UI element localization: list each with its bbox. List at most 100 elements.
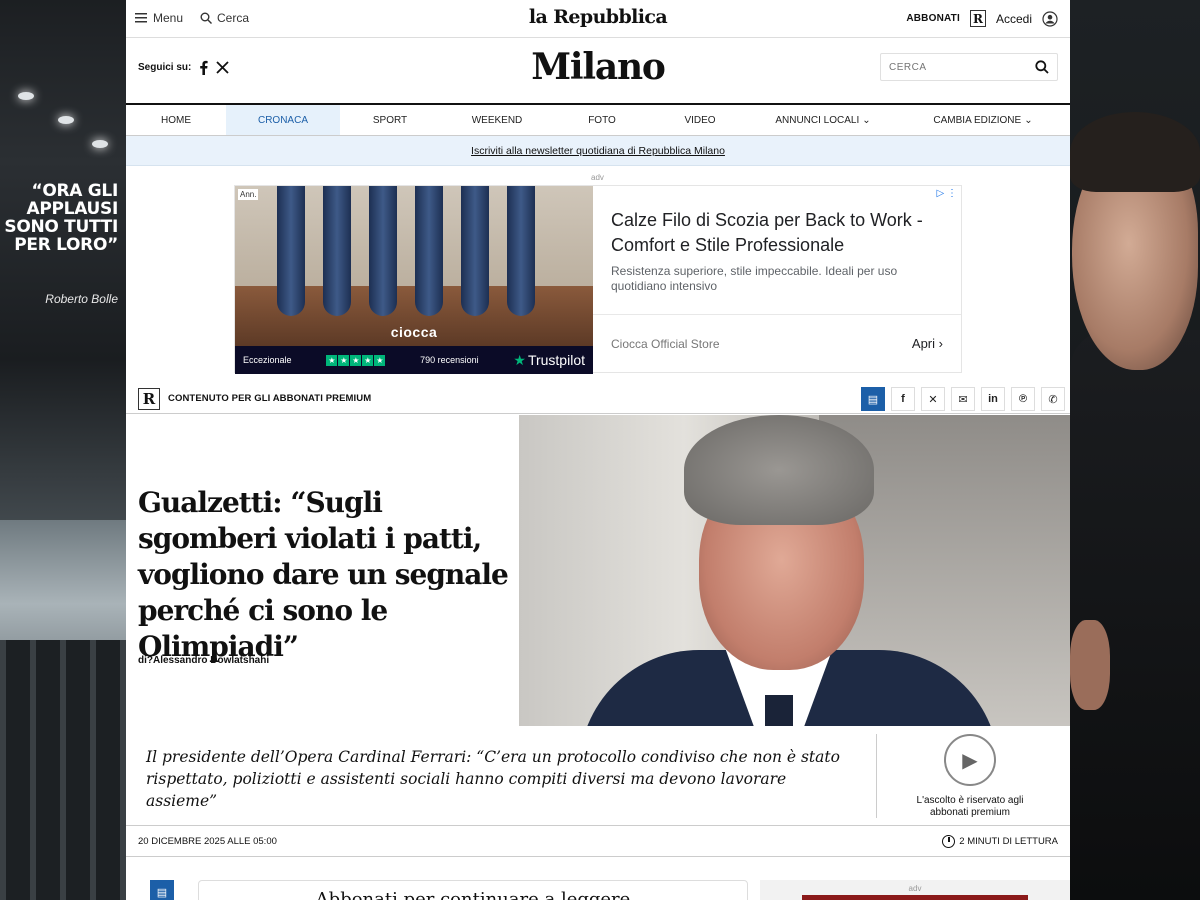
chevron-down-icon: ⌄ — [1024, 114, 1033, 126]
nav-label: VIDEO — [684, 114, 716, 126]
newsletter-bar: Iscriviti alla newsletter quotidiana di … — [126, 136, 1070, 166]
nav-item-cronaca[interactable]: CRONACA — [226, 105, 340, 135]
rink-railing — [0, 640, 126, 900]
linkedin-icon[interactable]: in — [981, 387, 1005, 411]
reviews-count: 790 recensioni — [420, 355, 479, 365]
article-lead: Il presidente dell’Opera Cardinal Ferrar… — [146, 748, 840, 810]
newsletter-link[interactable]: Iscriviti alla newsletter quotidiana di … — [471, 145, 725, 157]
clock-icon — [942, 835, 956, 848]
chevron-down-icon: ⌄ — [862, 114, 871, 126]
photo-tie — [765, 695, 793, 726]
sock-shape — [461, 186, 489, 316]
page-content: Menu Cerca la Repubblica ABBONATI R Acce… — [126, 0, 1070, 900]
article-meta: 20 DICEMBRE 2025 ALLE 05:00 2 MINUTI DI … — [126, 827, 1070, 857]
reading-time-label: 2 MINUTI DI LETTURA — [959, 836, 1058, 847]
sock-shape — [507, 186, 535, 316]
photo-hair — [684, 415, 874, 525]
rating-stars: ★ ★ ★ ★ ★ — [326, 354, 386, 366]
nav-item-cambia-edizione[interactable]: CAMBIA EDIZIONE ⌄ — [896, 105, 1070, 135]
article-author[interactable]: di?Alessandro Dowlatshahi — [138, 655, 269, 666]
ad-store: Ciocca Official Store — [611, 336, 720, 351]
display-ad[interactable]: Ann. ciocca Eccezionale ★ ★ ★ ★ ★ 790 recens… — [234, 185, 962, 374]
article-title: Gualzetti: “Sugli sgomberi violati i pat… — [138, 486, 509, 663]
reading-time: 2 MINUTI DI LETTURA — [942, 835, 1058, 848]
whatsapp-icon[interactable]: ✆ — [1041, 387, 1065, 411]
nav-label: CRONACA — [257, 114, 308, 126]
sock-shape — [323, 186, 351, 316]
side-ad-strip[interactable] — [802, 895, 1028, 900]
search-input[interactable] — [889, 61, 1019, 73]
ad-cta-button[interactable]: Apri › — [912, 336, 943, 351]
email-icon[interactable]: ✉ — [951, 387, 975, 411]
paywall-box: Abbonati per continuare a leggere — [198, 880, 748, 900]
article-photo — [519, 415, 1070, 726]
ad-text[interactable]: ▷ ⋮ Calze Filo di Scozia per Back to Wor… — [593, 186, 961, 372]
divider — [876, 734, 877, 818]
nav-label: FOTO — [588, 114, 616, 126]
paywall-title: Abbonati per continuare a leggere — [315, 889, 631, 900]
sock-shape — [277, 186, 305, 316]
nav-label: WEEKEND — [471, 114, 523, 126]
ad-cta-label: Apri — [911, 336, 936, 351]
comment-icon[interactable]: ▤ — [861, 387, 885, 411]
premium-label: CONTENUTO PER GLI ABBONATI PREMIUM — [168, 393, 372, 404]
nav-item-video[interactable]: VIDEO — [650, 105, 750, 135]
login-link[interactable]: Accedi — [996, 12, 1032, 26]
skin-jacket — [1070, 330, 1200, 900]
ad-image[interactable]: Ann. ciocca Eccezionale ★ ★ ★ ★ ★ 790 recens… — [235, 186, 593, 374]
nav-label: HOME — [161, 114, 191, 126]
right-skin-ad[interactable] — [1070, 0, 1200, 900]
trustpilot-label: Trustpilot — [527, 352, 585, 368]
ceiling-light — [58, 116, 74, 124]
sock-shape — [415, 186, 443, 316]
nav-item-annunci-locali[interactable]: ANNUNCI LOCALI ⌄ — [750, 105, 896, 135]
search-icon[interactable] — [1035, 60, 1049, 74]
nav-item-home[interactable]: HOME — [126, 105, 226, 135]
play-icon: ▶ — [962, 749, 978, 772]
comment-icon[interactable]: ▤ — [150, 880, 174, 900]
ad-footer[interactable]: Ciocca Official Store Apri › — [593, 314, 961, 372]
user-icon[interactable] — [1042, 10, 1058, 27]
ad-brand-logo: ciocca — [390, 324, 438, 340]
sock-shape — [369, 186, 397, 316]
article-hero: Gualzetti: “Sugli sgomberi violati i pat… — [126, 415, 1070, 726]
nav-item-weekend[interactable]: WEEKEND — [440, 105, 554, 135]
facebook-icon[interactable]: f — [891, 387, 915, 411]
star-icon: ★ — [513, 351, 526, 368]
adchoices-icon[interactable]: ▷ ⋮ — [937, 188, 957, 199]
listen-note: L'ascolto è riservato agli abbonati prem… — [916, 795, 1024, 818]
nav-item-foto[interactable]: FOTO — [554, 105, 650, 135]
trustpilot-strip: Eccezionale ★ ★ ★ ★ ★ 790 recensioni ★ Trustp… — [235, 346, 593, 374]
ceiling-light — [18, 92, 34, 100]
ceiling-light — [92, 140, 108, 148]
share-icons: ▤ f ✕ ✉ in ℗ ✆ — [861, 387, 1065, 411]
section-nav: HOME CRONACA SPORT WEEKEND FOTO VIDEO AN… — [126, 105, 1070, 136]
search-box[interactable] — [880, 53, 1058, 81]
skin-quote: “ORA GLI APPLAUSI SONO TUTTI PER LORO” — [4, 181, 118, 255]
pinterest-icon[interactable]: ℗ — [1011, 387, 1035, 411]
subscribe-link[interactable]: ABBONATI — [906, 13, 960, 24]
chevron-right-icon: › — [938, 336, 943, 351]
skin-hair — [1070, 112, 1200, 192]
skin-hand — [1070, 620, 1110, 710]
nav-label: SPORT — [372, 114, 408, 126]
ad-title[interactable]: Calze Filo di Scozia per Back to Work - … — [611, 208, 943, 258]
masthead: Seguici su: Milano — [126, 38, 1070, 105]
nav-label: CAMBIA EDIZIONE — [933, 114, 1022, 126]
nav-label: ANNUNCI LOCALI — [775, 114, 860, 126]
play-audio-button[interactable]: ▶ — [944, 734, 996, 786]
account-area: ABBONATI R Accedi — [906, 10, 1058, 27]
ad-description: Resistenza superiore, stile impeccabile.… — [611, 264, 898, 293]
premium-badge: R CONTENUTO PER GLI ABBONATI PREMIUM — [138, 387, 372, 410]
left-skin-ad[interactable]: “ORA GLI APPLAUSI SONO TUTTI PER LORO” R… — [0, 0, 126, 900]
article-date: 20 DICEMBRE 2025 ALLE 05:00 — [138, 836, 277, 847]
nav-item-sport[interactable]: SPORT — [340, 105, 440, 135]
ad-badge: Ann. — [238, 189, 259, 200]
ad-label: adv — [591, 173, 604, 182]
article-summary: Il presidente dell’Opera Cardinal Ferrar… — [126, 726, 1070, 826]
share-bar: R CONTENUTO PER GLI ABBONATI PREMIUM ▤ f… — [126, 384, 1070, 414]
ad-label: adv — [908, 884, 922, 893]
x-icon[interactable]: ✕ — [921, 387, 945, 411]
skin-signature: Roberto Bolle — [45, 292, 118, 306]
r-logo-icon[interactable]: R — [969, 10, 986, 27]
